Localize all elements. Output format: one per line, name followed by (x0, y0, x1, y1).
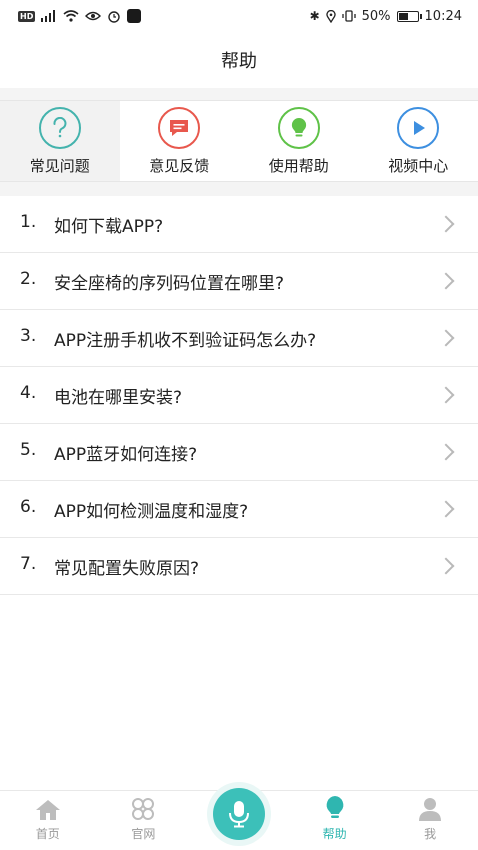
faq-label: APP蓝牙如何连接? (54, 444, 198, 465)
battery-percent: 50% (361, 8, 391, 24)
status-left: HD (18, 9, 142, 23)
faq-question: 7. 常见配置失败原因? (20, 554, 199, 579)
faq-label: 如何下载APP? (54, 216, 164, 237)
user-icon (419, 798, 442, 821)
faq-number: 4. (20, 382, 37, 403)
voice-button-inner (213, 788, 265, 840)
faq-item[interactable]: 4. 电池在哪里安装? (0, 367, 478, 424)
feedback-icon (158, 106, 201, 149)
faq-question: 2. 安全座椅的序列码位置在哪里? (20, 269, 284, 294)
faq-label: APP如何检测温度和湿度? (54, 501, 249, 522)
faq-question: 6. APP如何检测温度和湿度? (20, 497, 248, 522)
chevron-right-icon (437, 329, 455, 347)
faq-item[interactable]: 3. APP注册手机收不到验证码怎么办? (0, 310, 478, 367)
category-bar: 常见问题 意见反馈 使用帮助 视频中心 (0, 100, 478, 182)
play-icon (397, 106, 440, 149)
category-label: 意见反馈 (149, 156, 210, 175)
faq-number: 6. (20, 496, 37, 517)
location-icon (325, 9, 336, 23)
faq-label: 电池在哪里安装? (54, 387, 183, 408)
faq-question: 1. 如何下载APP? (20, 212, 163, 237)
chevron-right-icon (437, 272, 455, 290)
faq-question: 5. APP蓝牙如何连接? (20, 440, 197, 465)
chevron-right-icon (437, 500, 455, 518)
signal-icon (41, 10, 56, 22)
battery-fill (398, 12, 408, 20)
faq-number: 5. (20, 439, 37, 460)
faq-number: 1. (20, 211, 37, 232)
category-video-center[interactable]: 视频中心 (359, 101, 478, 181)
official-site-icon (132, 798, 155, 820)
nav-me[interactable]: 我 (382, 791, 478, 850)
faq-item[interactable]: 7. 常见配置失败原因? (0, 538, 478, 595)
clock: 10:24 (424, 8, 462, 24)
app-notification-icon (127, 9, 142, 23)
nav-label: 我 (424, 827, 437, 841)
category-label: 使用帮助 (268, 156, 329, 175)
chevron-right-icon (437, 557, 455, 575)
nav-help[interactable]: 帮助 (287, 791, 383, 850)
page-title: 帮助 (221, 51, 257, 72)
chevron-right-icon (437, 386, 455, 404)
category-usage-help[interactable]: 使用帮助 (239, 101, 359, 181)
lightbulb-icon (326, 796, 343, 818)
wifi-icon (63, 10, 79, 22)
lightbulb-icon (277, 106, 320, 149)
faq-item[interactable]: 5. APP蓝牙如何连接? (0, 424, 478, 481)
nav-label: 官网 (131, 827, 156, 841)
status-right: ✱ 50% 10:24 (310, 9, 462, 24)
status-bar: HD ✱ 50% 10:24 (0, 0, 478, 32)
question-icon (38, 106, 81, 149)
home-icon (35, 800, 60, 820)
bluetooth-icon: ✱ (309, 9, 320, 23)
nav-home[interactable]: 首页 (0, 791, 96, 850)
faq-list: 1. 如何下载APP? 2. 安全座椅的序列码位置在哪里? 3. APP注册手机收不到… (0, 196, 478, 595)
faq-label: APP注册手机收不到验证码怎么办? (54, 330, 317, 351)
eye-icon (85, 11, 102, 21)
category-label: 常见问题 (29, 156, 90, 175)
voice-button[interactable] (207, 782, 271, 846)
faq-label: 安全座椅的序列码位置在哪里? (54, 273, 285, 294)
nav-label: 帮助 (322, 827, 347, 841)
chevron-right-icon (437, 215, 455, 233)
microphone-icon (229, 801, 249, 828)
hd-badge: HD (18, 10, 36, 22)
chevron-right-icon (437, 443, 455, 461)
battery-icon (396, 10, 422, 22)
category-label: 视频中心 (388, 156, 449, 175)
content-blank-area (0, 595, 478, 790)
category-feedback[interactable]: 意见反馈 (120, 101, 240, 181)
nav-label: 首页 (35, 827, 60, 841)
faq-question: 4. 电池在哪里安装? (20, 383, 182, 408)
header: 帮助 (0, 32, 478, 88)
category-faq[interactable]: 常见问题 (0, 101, 120, 181)
faq-number: 2. (20, 268, 37, 289)
faq-item[interactable]: 2. 安全座椅的序列码位置在哪里? (0, 253, 478, 310)
nav-official-site[interactable]: 官网 (96, 791, 192, 850)
faq-item[interactable]: 1. 如何下载APP? (0, 196, 478, 253)
faq-label: 常见配置失败原因? (54, 558, 200, 579)
faq-number: 7. (20, 553, 37, 574)
faq-number: 3. (20, 325, 37, 346)
faq-question: 3. APP注册手机收不到验证码怎么办? (20, 326, 316, 351)
faq-item[interactable]: 6. APP如何检测温度和湿度? (0, 481, 478, 538)
alarm-icon (108, 11, 121, 23)
vibrate-icon (341, 10, 356, 22)
